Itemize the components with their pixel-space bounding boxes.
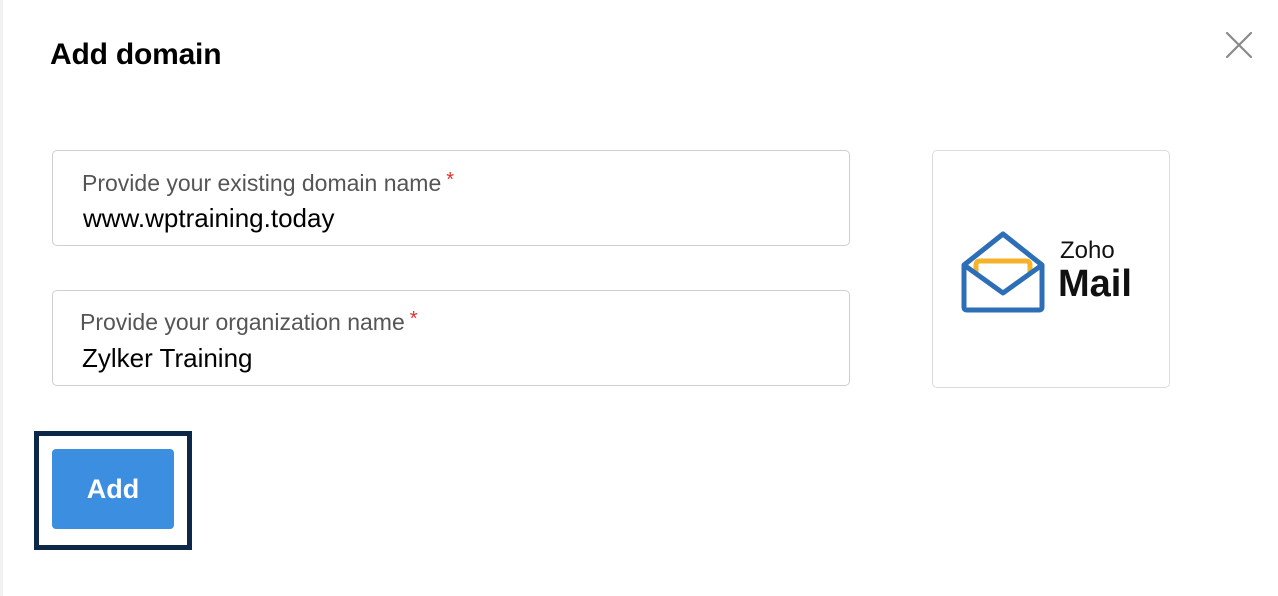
organization-name-label: Provide your organization name * — [80, 308, 418, 336]
organization-name-label-text: Provide your organization name — [80, 309, 405, 335]
domain-name-label-text: Provide your existing domain name — [82, 170, 442, 196]
zoho-mail-logo-card: Zoho Mail — [932, 150, 1170, 388]
logo-brand-zoho: Zoho — [1060, 237, 1115, 264]
close-icon[interactable] — [1225, 31, 1253, 59]
dialog-title: Add domain — [50, 38, 222, 71]
logo-brand-mail: Mail — [1058, 263, 1132, 305]
add-domain-dialog: Add domain Provide your existing domain … — [3, 0, 1278, 596]
envelope-icon — [960, 231, 1046, 318]
add-button[interactable]: Add — [52, 449, 174, 529]
required-marker: * — [446, 169, 455, 191]
domain-name-input[interactable]: www.wptraining.today — [83, 203, 334, 234]
organization-name-input[interactable]: Zylker Training — [82, 343, 253, 374]
organization-name-field[interactable]: Provide your organization name * Zylker T… — [52, 290, 850, 386]
domain-name-label: Provide your existing domain name * — [82, 169, 454, 197]
domain-name-field[interactable]: Provide your existing domain name * www.w… — [52, 150, 850, 246]
required-marker: * — [409, 308, 418, 330]
